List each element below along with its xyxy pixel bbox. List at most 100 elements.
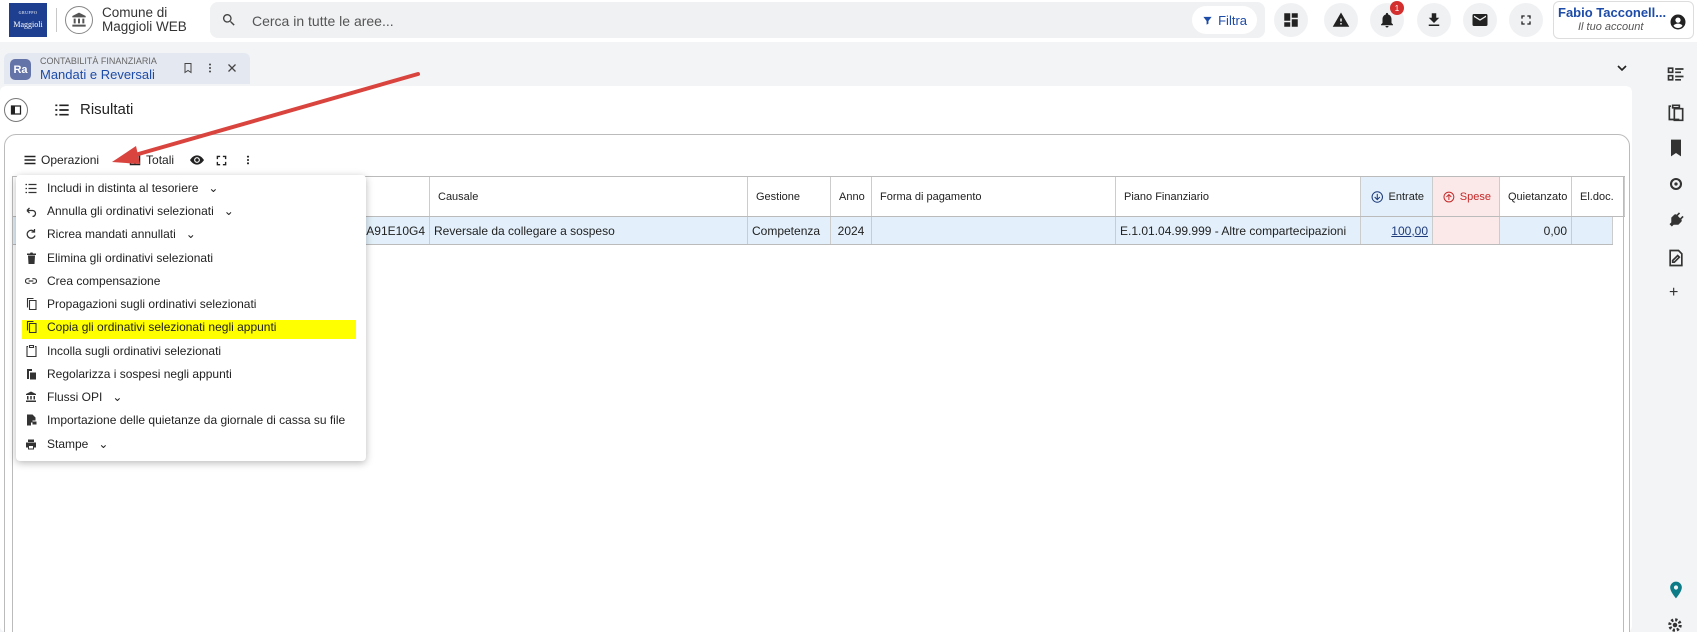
menu-item-copia-appunti[interactable]: Copia gli ordinativi selezionati negli a… [16, 316, 366, 339]
fullscreen-button[interactable] [1509, 3, 1543, 37]
module-icon: Ra [10, 59, 31, 80]
cell-entrate[interactable]: 100,00 [1361, 217, 1433, 244]
download-button[interactable] [1417, 3, 1451, 37]
results-title: Risultati [80, 101, 134, 118]
menu-icon [24, 155, 36, 165]
bookmark-icon[interactable] [182, 62, 194, 74]
edit-document-icon[interactable] [1666, 248, 1686, 268]
menu-item-incolla[interactable]: Incolla sugli ordinativi selezionati [16, 340, 366, 363]
filter-button[interactable]: Filtra [1192, 6, 1257, 34]
clipboard-icon [25, 345, 37, 357]
table-icon [129, 154, 141, 166]
right-sidebar: + [1655, 44, 1697, 632]
col-header-eldoc[interactable]: El.doc. [1572, 177, 1625, 216]
warning-button[interactable] [1324, 3, 1358, 37]
menu-item-propagazioni[interactable]: Propagazioni sugli ordinativi selezionat… [16, 293, 366, 316]
filter-icon [1203, 16, 1212, 25]
maggioli-logo[interactable]: GRUPPO Maggioli [9, 3, 47, 37]
col-header-entrate[interactable]: Entrate [1361, 177, 1433, 216]
menu-item-label: Flussi OPI [47, 390, 103, 404]
checklist-icon[interactable] [1666, 64, 1686, 84]
sidebar-toggle-icon [10, 105, 22, 115]
menu-item-elimina[interactable]: Elimina gli ordinativi selezionati [16, 247, 366, 270]
col-header-forma-pagamento[interactable]: Forma di pagamento [872, 177, 1116, 216]
copy-icon [25, 321, 37, 333]
search-input[interactable]: Cerca in tutte le aree... [252, 13, 394, 29]
col-header-piano-finanziario[interactable]: Piano Finanziario [1116, 177, 1361, 216]
chevron-down-icon: ⌄ [185, 227, 196, 241]
cell-causale: Reversale da collegare a sospeso [430, 217, 748, 244]
gear-icon[interactable] [1666, 616, 1684, 632]
user-account-label: Il tuo account [1578, 21, 1644, 33]
menu-item-stampe[interactable]: Stampe ⌄ [16, 433, 366, 456]
menu-item-importazione-quietanze[interactable]: Importazione delle quietanze da giornale… [16, 409, 366, 432]
warning-icon [1332, 12, 1350, 27]
logo-group-text: GRUPPO [18, 10, 38, 15]
notification-badge: 1 [1390, 1, 1404, 15]
app-title: Comune di Maggioli WEB [102, 6, 187, 34]
download-icon [1428, 13, 1440, 26]
app-title-line2: Maggioli WEB [102, 19, 187, 34]
results-toolbar: Operazioni Totali [24, 150, 253, 170]
menu-item-label: Propagazioni sugli ordinativi selezionat… [47, 297, 257, 311]
more-vert-icon[interactable] [204, 62, 216, 74]
col-header-quietanzato[interactable]: Quietanzato [1500, 177, 1572, 216]
bank-icon [25, 391, 37, 403]
search-icon [221, 12, 237, 31]
menu-item-label: Crea compensazione [47, 274, 161, 288]
menu-item-label: Importazione delle quietanze da giornale… [47, 413, 346, 427]
clipboard-icon[interactable] [1666, 102, 1686, 122]
col-header-spese[interactable]: Spese [1433, 177, 1500, 216]
chevron-down-icon: ⌄ [112, 390, 123, 404]
close-icon[interactable] [226, 62, 238, 74]
entrate-link[interactable]: 100,00 [1391, 224, 1428, 238]
tab-category: CONTABILITÀ FINANZIARIA [40, 56, 157, 66]
dashboard-button[interactable] [1274, 3, 1308, 37]
menu-item-crea-compensazione[interactable]: Crea compensazione [16, 270, 366, 293]
location-pin-icon[interactable] [1666, 580, 1686, 600]
fullscreen-icon [1521, 15, 1531, 25]
arrow-up-circle-icon [1443, 191, 1455, 202]
tab-mandati-reversali[interactable]: Ra CONTABILITÀ FINANZIARIA Mandati e Rev… [4, 53, 250, 84]
user-account-button[interactable]: Fabio Tacconell... Il tuo account [1553, 1, 1694, 39]
operations-menu: Includi in distinta al tesoriere ⌄ Annull… [16, 175, 366, 461]
chevron-down-icon: ⌄ [223, 204, 234, 218]
logo-text: Maggioli [13, 20, 43, 29]
chevron-down-icon[interactable] [1614, 60, 1630, 76]
panel-toggle-button[interactable] [4, 98, 28, 122]
bank-icon[interactable] [65, 6, 93, 34]
menu-item-ricrea-mandati[interactable]: Ricrea mandati annullati ⌄ [16, 223, 366, 246]
col-header-gestione[interactable]: Gestione [748, 177, 831, 216]
more-vert-icon[interactable] [243, 154, 253, 166]
operations-button[interactable]: Operazioni [24, 153, 99, 167]
header-divider [56, 8, 57, 32]
mail-button[interactable] [1463, 3, 1497, 37]
global-search[interactable]: Cerca in tutte le aree... Filtra [210, 2, 1265, 38]
menu-item-label: Ricrea mandati annullati [47, 227, 176, 241]
menu-item-regolarizza[interactable]: Regolarizza i sospesi negli appunti [16, 363, 366, 386]
menu-item-annulla[interactable]: Annulla gli ordinativi selezionati ⌄ [16, 200, 366, 223]
link-icon [25, 275, 37, 287]
menu-item-includi-distinta[interactable]: Includi in distinta al tesoriere ⌄ [16, 177, 366, 200]
eye-icon[interactable] [190, 154, 205, 166]
bookmarks-icon[interactable] [1666, 138, 1686, 158]
settings-sync-icon[interactable] [1666, 174, 1686, 194]
notifications-button[interactable]: 1 [1370, 1, 1404, 37]
menu-item-label: Incolla sugli ordinativi selezionati [47, 344, 222, 358]
top-bar: GRUPPO Maggioli Comune di Maggioli WEB C… [0, 0, 1697, 42]
copy-icon [25, 298, 37, 310]
cell-anno: 2024 [831, 217, 872, 244]
cell-gestione: Competenza [748, 217, 831, 244]
totals-button[interactable]: Totali [129, 153, 174, 167]
chevron-down-icon: ⌄ [208, 181, 219, 195]
plug-icon[interactable] [1666, 210, 1686, 230]
menu-item-label: Stampe [47, 437, 89, 451]
app-title-line1: Comune di [102, 5, 168, 20]
menu-item-flussi-opi[interactable]: Flussi OPI ⌄ [16, 386, 366, 409]
expand-icon[interactable] [216, 155, 227, 166]
col-header-causale[interactable]: Causale [430, 177, 748, 216]
col-header-anno[interactable]: Anno [831, 177, 872, 216]
add-icon[interactable]: + [1669, 284, 1678, 302]
entrate-label: Entrate [1388, 190, 1424, 203]
cell-spese [1433, 217, 1500, 244]
